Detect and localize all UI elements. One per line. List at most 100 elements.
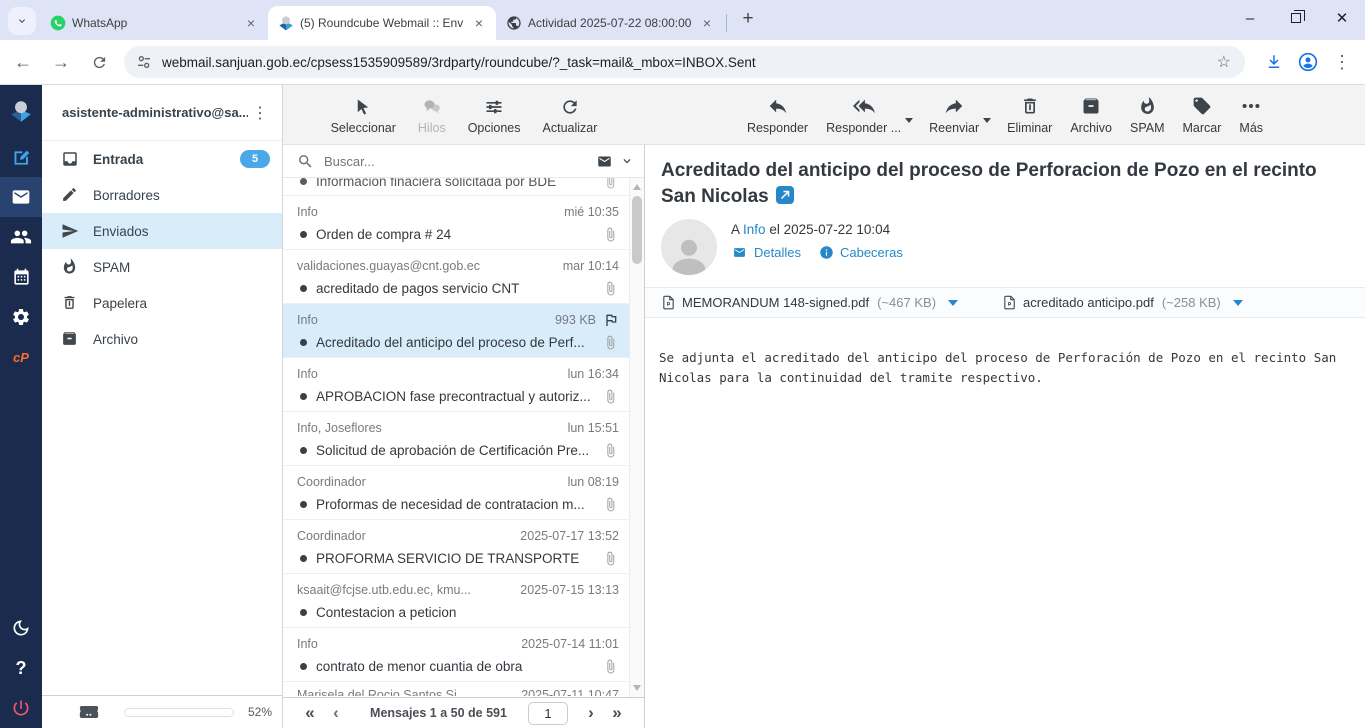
compose-button[interactable] <box>0 137 42 177</box>
tab-actividad[interactable]: Actividad 2025-07-22 08:00:00 × <box>496 6 724 40</box>
subject-row: Acreditado del anticipo del proceso de P… <box>645 145 1365 210</box>
folder-label: Entrada <box>93 152 240 167</box>
last-page-button[interactable]: » <box>604 703 630 723</box>
close-tab-icon[interactable]: × <box>698 14 716 32</box>
folder-enviados[interactable]: Enviados <box>42 213 282 249</box>
delete-button[interactable]: Eliminar <box>1007 95 1052 135</box>
prev-page-button[interactable]: ‹ <box>323 703 349 723</box>
search-input[interactable] <box>324 154 589 169</box>
account-menu-button[interactable]: ⋮ <box>248 103 272 123</box>
message-row[interactable]: Infolun 16:34 APROBACION fase precontrac… <box>283 358 629 412</box>
reply-all-dropdown-caret[interactable] <box>905 118 913 123</box>
message-row[interactable]: Info2025-07-14 11:01 contrato de menor c… <box>283 628 629 682</box>
threads-button[interactable]: Hilos <box>418 95 446 135</box>
calendar-nav-button[interactable] <box>0 257 42 297</box>
new-tab-button[interactable]: + <box>735 6 761 32</box>
folder-papelera[interactable]: Papelera <box>42 285 282 321</box>
forward-button[interactable]: → <box>46 47 76 77</box>
attachment-menu-caret[interactable] <box>948 300 958 306</box>
contacts-nav-button[interactable] <box>0 217 42 257</box>
help-button[interactable]: ? <box>0 648 42 688</box>
mark-button[interactable]: Marcar <box>1183 95 1222 135</box>
scroll-up-arrow[interactable] <box>633 184 641 190</box>
roundcube-icon <box>278 15 294 31</box>
pdf-file-icon <box>1002 294 1017 311</box>
url-text[interactable]: webmail.sanjuan.gob.ec/cpsess1535909589/… <box>162 55 1217 70</box>
spam-button[interactable]: SPAM <box>1130 95 1165 135</box>
attachment-item[interactable]: MEMORANDUM 148-signed.pdf (~467 KB) <box>661 294 958 311</box>
message-row[interactable]: Info, Josefloreslun 15:51 Solicitud de a… <box>283 412 629 466</box>
tab-roundcube-webmail[interactable]: (5) Roundcube Webmail :: Envia × <box>268 6 496 40</box>
logout-button[interactable] <box>0 688 42 728</box>
downloads-button[interactable] <box>1259 47 1289 77</box>
reply-all-button[interactable]: Responder ... <box>826 95 901 135</box>
dark-mode-button[interactable] <box>0 608 42 648</box>
folder-spam[interactable]: SPAM <box>42 249 282 285</box>
page-number-input[interactable] <box>528 702 568 725</box>
more-button[interactable]: Más <box>1239 95 1263 135</box>
first-page-button[interactable]: « <box>297 703 323 723</box>
close-window-button[interactable]: ✕ <box>1319 1 1365 35</box>
attachment-item[interactable]: acreditado anticipo.pdf (~258 KB) <box>1002 294 1243 311</box>
message-body: Se adjunta el acreditado del anticipo de… <box>645 318 1365 388</box>
close-tab-icon[interactable]: × <box>242 14 260 32</box>
archive-icon <box>1081 95 1101 117</box>
settings-nav-button[interactable] <box>0 297 42 337</box>
forward-dropdown-caret[interactable] <box>983 118 991 123</box>
search-scope-mail-icon[interactable] <box>595 154 614 169</box>
message-row[interactable]: ksaait@fcjse.utb.edu.ec, kmu...2025-07-1… <box>283 574 629 628</box>
message-row[interactable]: Coordinadorlun 08:19 Proformas de necesi… <box>283 466 629 520</box>
back-button[interactable]: ← <box>8 47 38 77</box>
reload-button[interactable] <box>84 47 114 77</box>
folder-borradores[interactable]: Borradores <box>42 177 282 213</box>
status-dot <box>300 501 307 508</box>
list-toolbar: Seleccionar Hilos Opciones Actualizar <box>283 85 645 144</box>
message-row[interactable]: Coordinador2025-07-17 13:52 PROFORMA SER… <box>283 520 629 574</box>
minimize-button[interactable]: – <box>1227 1 1273 35</box>
message-row[interactable]: validaciones.guayas@cnt.gob.ecmar 10:14 … <box>283 250 629 304</box>
profile-button[interactable] <box>1293 47 1323 77</box>
mail-right-pane: Seleccionar Hilos Opciones Actualizar <box>283 85 1365 728</box>
folder-entrada[interactable]: Entrada 5 <box>42 141 282 177</box>
message-row-selected[interactable]: Info993 KB Acreditado del anticipo del p… <box>283 304 629 358</box>
headers-link[interactable]: Cabeceras <box>819 245 903 260</box>
options-button[interactable]: Opciones <box>468 95 521 135</box>
app-rail: cP ? <box>0 85 42 728</box>
message-row[interactable]: Información finaciera solicitada por BDE <box>283 178 629 196</box>
list-scrollbar[interactable] <box>629 178 644 697</box>
search-icon <box>297 153 314 170</box>
details-link[interactable]: Detalles <box>731 245 801 260</box>
calendar-icon <box>12 268 31 287</box>
scroll-down-arrow[interactable] <box>633 685 641 691</box>
cpanel-link[interactable]: cP <box>0 337 42 377</box>
forward-button[interactable]: Reenviar <box>929 95 979 135</box>
message-row[interactable]: Infomié 10:35 Orden de compra # 24 <box>283 196 629 250</box>
contacts-icon <box>10 226 32 248</box>
restore-button[interactable] <box>1273 1 1319 35</box>
mail-nav-button[interactable] <box>0 177 42 217</box>
open-in-new-window-icon[interactable] <box>776 186 794 204</box>
refresh-button[interactable]: Actualizar <box>543 95 598 135</box>
next-page-button[interactable]: › <box>578 703 604 723</box>
archive-button[interactable]: Archivo <box>1070 95 1112 135</box>
close-tab-icon[interactable]: × <box>470 14 488 32</box>
profile-icon <box>1298 52 1318 72</box>
scrollbar-thumb[interactable] <box>632 196 642 264</box>
globe-icon <box>506 15 522 31</box>
search-options-caret[interactable] <box>620 154 634 168</box>
recipient-link[interactable]: Info <box>743 222 766 237</box>
folder-archivo[interactable]: Archivo <box>42 321 282 357</box>
tab-search-button[interactable] <box>8 7 36 35</box>
bookmark-star-icon[interactable]: ☆ <box>1217 52 1231 72</box>
message-row[interactable]: Marisela del Rocio Santos Si...2025-07-1… <box>283 682 629 696</box>
tab-whatsapp[interactable]: WhatsApp × <box>40 6 268 40</box>
reply-button[interactable]: Responder <box>747 95 808 135</box>
site-settings-icon[interactable] <box>136 54 152 70</box>
envelope-icon <box>731 246 748 259</box>
browser-navbar: ← → webmail.sanjuan.gob.ec/cpsess1535909… <box>0 40 1365 85</box>
address-bar[interactable]: webmail.sanjuan.gob.ec/cpsess1535909589/… <box>124 46 1245 78</box>
attachment-menu-caret[interactable] <box>1233 300 1243 306</box>
select-button[interactable]: Seleccionar <box>331 95 396 135</box>
message-view-panel: Acreditado del anticipo del proceso de P… <box>645 145 1365 728</box>
chrome-menu-button[interactable]: ⋮ <box>1327 47 1357 77</box>
